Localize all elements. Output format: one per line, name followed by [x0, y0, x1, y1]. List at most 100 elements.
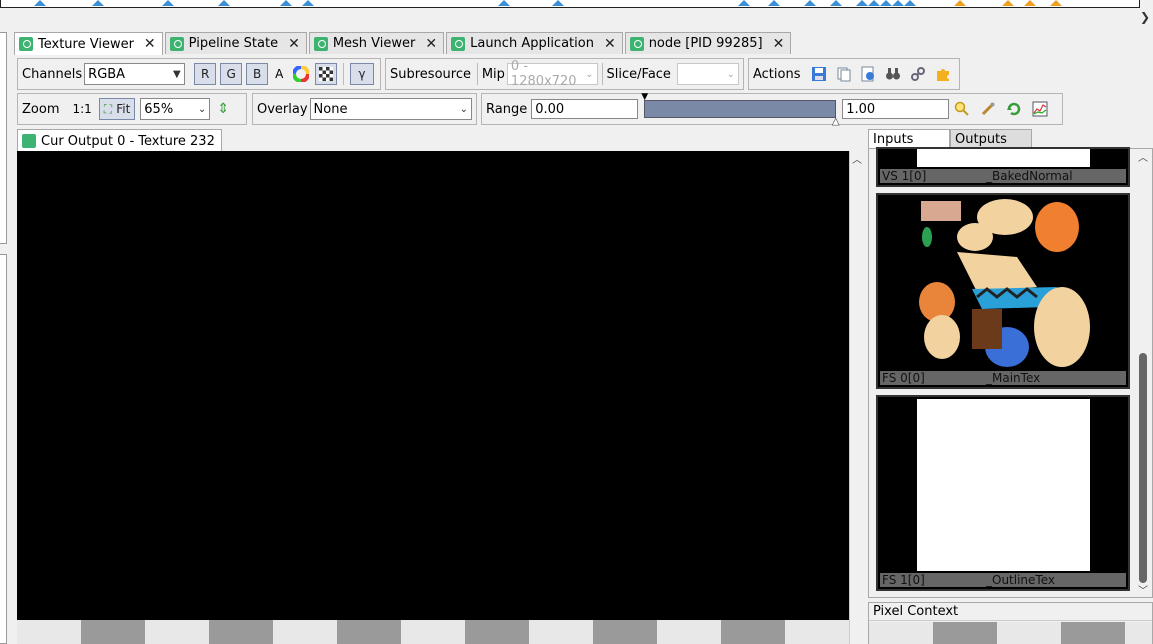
panel-icon	[169, 36, 184, 51]
save-icon[interactable]	[810, 64, 829, 84]
zoom-one-to-one-button[interactable]: 1:1	[72, 102, 91, 116]
timeline-marker[interactable]	[1050, 0, 1062, 6]
timeline-marker[interactable]	[280, 0, 292, 6]
timeline-marker[interactable]	[804, 0, 816, 6]
thumbnail-name: _MainTex	[986, 371, 1041, 385]
chevron-up-icon[interactable]: ︿	[852, 151, 862, 166]
chevron-down-icon: ⌄	[726, 68, 735, 80]
gamma-toggle[interactable]: γ	[349, 63, 374, 85]
histogram-icon[interactable]	[1030, 99, 1050, 119]
close-icon[interactable]: ✕	[604, 36, 616, 52]
range-histogram-slider[interactable]: ▼ ▲	[641, 92, 839, 127]
tab-label: Texture Viewer	[38, 36, 134, 52]
range-min-handle[interactable]: ▼	[641, 92, 648, 102]
close-icon[interactable]: ✕	[288, 36, 300, 52]
red-channel-toggle[interactable]: R	[194, 63, 217, 85]
range-max-input[interactable]: 1.00	[842, 99, 950, 119]
flip-vertical-icon[interactable]: ⇕	[213, 99, 233, 119]
viewport-checkerboard	[17, 620, 849, 644]
range-group: Range 0.00 ▼ ▲ 1.00	[481, 92, 1063, 127]
scrollbar-thumb[interactable]	[1139, 353, 1147, 583]
tab-texture-viewer[interactable]: Texture Viewer ✕	[14, 32, 163, 55]
viewport-scrollbar[interactable]: ︿	[849, 151, 863, 644]
open-texture-list-icon[interactable]	[859, 64, 878, 84]
puzzle-icon[interactable]	[933, 64, 952, 84]
channels-select[interactable]: RGBA ▼	[84, 63, 185, 85]
timeline-marker[interactable]	[880, 0, 892, 6]
texture-preview	[917, 149, 1090, 167]
timeline-marker[interactable]	[218, 0, 230, 6]
tab-inputs[interactable]: Inputs	[868, 129, 950, 149]
thumbnail-item[interactable]: FS 0[0] _MainTex	[876, 193, 1130, 389]
timeline-marker[interactable]	[552, 0, 564, 6]
timeline-marker[interactable]	[768, 0, 780, 6]
texture-preview	[917, 197, 1090, 370]
close-icon[interactable]: ✕	[425, 36, 437, 52]
timeline-marker[interactable]	[868, 0, 880, 6]
chevron-up-icon[interactable]: ︿	[1138, 149, 1148, 164]
panel-icon	[19, 37, 33, 51]
timeline-marker[interactable]	[498, 0, 510, 6]
copy-icon[interactable]	[834, 64, 853, 84]
chevron-down-icon[interactable]: ﹀	[1138, 582, 1148, 597]
range-min-input[interactable]: 0.00	[531, 99, 639, 119]
timeline-marker[interactable]	[34, 0, 46, 6]
timeline-marker[interactable]	[892, 0, 904, 6]
tab-pipeline-state[interactable]: Pipeline State ✕	[164, 32, 307, 54]
timeline-marker[interactable]	[1024, 0, 1036, 6]
blue-channel-toggle[interactable]: B	[246, 63, 269, 85]
close-icon[interactable]: ✕	[773, 36, 785, 52]
timeline-marker[interactable]	[738, 0, 750, 6]
binoculars-icon[interactable]	[884, 64, 903, 84]
pixel-context-checkerboard[interactable]	[869, 622, 1152, 644]
mip-select[interactable]: 0 - 1280x720 ⌄	[506, 59, 598, 89]
texture-preview	[917, 399, 1090, 571]
close-icon[interactable]: ✕	[144, 36, 156, 52]
zoom-select[interactable]: 65% ⌄	[140, 98, 211, 120]
fit-button[interactable]: ⛶ Fit	[98, 98, 136, 120]
fit-icon: ⛶	[103, 101, 113, 116]
thumbnail-item[interactable]: FS 1[0] _OutlineTex	[876, 395, 1130, 591]
tab-launch-application[interactable]: Launch Application ✕	[446, 32, 623, 54]
texture-viewport[interactable]	[17, 151, 849, 621]
channels-group: Channels RGBA ▼ R G B A γ	[17, 58, 381, 90]
chevron-down-icon: ⌄	[459, 103, 468, 115]
thumbnail-item[interactable]: VS 1[0] _BakedNormal	[876, 147, 1130, 187]
channels-label: Channels	[22, 66, 83, 82]
chevron-down-icon: ⌄	[585, 68, 594, 80]
document-tabs: Texture Viewer ✕ Pipeline State ✕ Mesh V…	[14, 32, 793, 55]
reset-range-icon[interactable]	[1004, 99, 1024, 119]
zoom-range-icon[interactable]	[952, 99, 972, 119]
tab-label: Pipeline State	[188, 36, 279, 51]
timeline-marker[interactable]	[302, 0, 314, 6]
timeline-marker[interactable]	[830, 0, 842, 6]
timeline-marker[interactable]	[1002, 0, 1014, 6]
timeline-marker[interactable]	[904, 0, 916, 6]
thumbnail-scrollbar[interactable]: ︿ ﹀	[1137, 149, 1149, 597]
divider	[601, 63, 603, 85]
tab-outputs[interactable]: Outputs	[950, 129, 1032, 149]
green-channel-toggle[interactable]: G	[220, 63, 243, 85]
mip-label: Mip	[481, 66, 505, 82]
tab-node-process[interactable]: node [PID 99285] ✕	[624, 32, 792, 54]
thumbnail-tabs: Inputs Outputs	[868, 129, 1032, 149]
timeline-marker[interactable]	[856, 0, 868, 6]
thumbnail-list[interactable]: VS 1[0] _BakedNormal FS 0[0] _MainTex FS…	[868, 147, 1153, 598]
overlay-select[interactable]: None ⌄	[309, 98, 472, 120]
range-max-handle[interactable]: ▲	[832, 117, 839, 128]
slice-face-select[interactable]: ⌄	[676, 63, 739, 85]
auto-fit-range-icon[interactable]	[978, 99, 998, 119]
output-title: Cur Output 0 - Texture 232	[41, 133, 215, 149]
timeline-marker[interactable]	[92, 0, 104, 6]
timeline-marker[interactable]	[162, 0, 174, 6]
color-wheel-icon[interactable]	[291, 64, 310, 84]
checkerboard-toggle[interactable]	[314, 63, 337, 85]
link-icon[interactable]	[909, 64, 928, 84]
thumbnail-slot: FS 0[0]	[882, 371, 925, 385]
timeline-marker[interactable]	[954, 0, 966, 6]
tab-mesh-viewer[interactable]: Mesh Viewer ✕	[308, 32, 445, 54]
chevron-right-icon[interactable]: ❯	[1140, 10, 1150, 24]
output-panel-tab[interactable]: Cur Output 0 - Texture 232	[17, 129, 222, 152]
event-timeline[interactable]: ❯	[0, 0, 1153, 28]
alpha-channel-toggle[interactable]: A	[275, 67, 283, 81]
